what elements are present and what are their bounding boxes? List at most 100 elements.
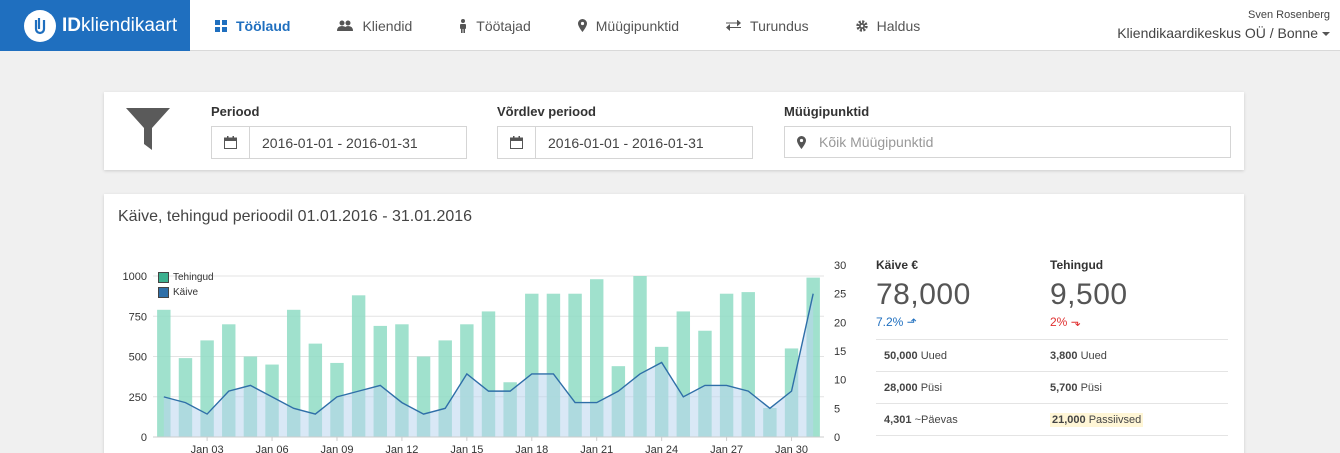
x-tick-label: Jan 06 bbox=[256, 444, 289, 453]
revenue-stat: Käive € 78,000 7.2% ⬏ bbox=[876, 258, 1050, 329]
stat-row-label: Passiivsed bbox=[1088, 413, 1142, 426]
compare-period-value: 2016-01-01 - 2016-01-31 bbox=[548, 134, 704, 151]
stat-row: 4,301 ~Päevas 21,000 Passiivsed bbox=[876, 404, 1228, 436]
nav-item-toolaud[interactable]: Töölaud bbox=[190, 0, 312, 51]
x-tick-label: Jan 21 bbox=[580, 444, 613, 453]
transactions-value: 9,500 bbox=[1050, 278, 1128, 311]
id-logo-icon bbox=[24, 9, 56, 42]
user-menu[interactable]: Sven Rosenberg Kliendikaardikeskus OÜ / … bbox=[1117, 9, 1330, 41]
nav-item-label: Kliendid bbox=[362, 17, 413, 34]
nav-item-label: Töötajad bbox=[476, 17, 531, 34]
summary-stats: Käive € 78,000 7.2% ⬏ Tehingud 9,500 2% … bbox=[876, 258, 1228, 436]
user-name: Sven Rosenberg bbox=[1248, 9, 1330, 21]
x-tick-label: Jan 12 bbox=[385, 444, 418, 453]
pos-placeholder: Kõik Müügipunktid bbox=[819, 134, 934, 150]
pos-select[interactable]: Kõik Müügipunktid bbox=[784, 126, 1231, 158]
brand-name: IDkliendikaart bbox=[62, 14, 178, 36]
legend-swatch bbox=[158, 287, 169, 298]
y-right-tick-label: 30 bbox=[834, 260, 846, 272]
dashboard-icon bbox=[215, 19, 227, 32]
stat-row-value: 28,000 bbox=[884, 381, 918, 394]
arrow-down-icon: ⬎ bbox=[1070, 315, 1081, 329]
stat-row-label: ~Päevas bbox=[914, 413, 958, 426]
legend-item-tehingud[interactable]: Tehingud bbox=[158, 270, 214, 285]
y-right-tick-label: 15 bbox=[834, 346, 846, 358]
filter-panel: Periood 2016-01-01 - 2016-01-31 Võrdlev … bbox=[104, 92, 1244, 170]
nav-item-label: Turundus bbox=[750, 17, 809, 34]
revenue-change-value: 7.2% bbox=[876, 315, 904, 329]
nav-item-haldus[interactable]: Haldus bbox=[831, 0, 943, 51]
nav-item-label: Haldus bbox=[876, 17, 921, 34]
x-tick-label: Jan 30 bbox=[775, 444, 808, 453]
x-tick-label: Jan 24 bbox=[645, 444, 678, 453]
compare-period-input[interactable]: 2016-01-01 - 2016-01-31 bbox=[497, 126, 753, 159]
calendar-icon bbox=[212, 127, 250, 158]
stat-row-value: 3,800 bbox=[1050, 349, 1078, 362]
nav-item-tootajad[interactable]: Töötajad bbox=[434, 0, 552, 51]
y-right-tick-label: 25 bbox=[834, 289, 846, 301]
revenue-label: Käive € bbox=[876, 258, 919, 272]
period-label: Periood bbox=[211, 104, 260, 119]
stat-row-label: Püsi bbox=[920, 381, 943, 394]
y-right-tick-label: 10 bbox=[834, 375, 846, 387]
calendar-icon bbox=[498, 127, 536, 158]
y-left-tick-label: 750 bbox=[129, 311, 147, 323]
nav-item-myygipunktid[interactable]: Müügipunktid bbox=[553, 0, 701, 51]
legend-label: Tehingud bbox=[173, 272, 214, 283]
nav-item-label: Töölaud bbox=[236, 17, 291, 34]
stat-breakdown: 50,000 Uued 3,800 Uued 28,000 Püsi 5,700… bbox=[876, 339, 1228, 436]
nav-item-kliendid[interactable]: Kliendid bbox=[312, 0, 434, 51]
revenue-value: 78,000 bbox=[876, 278, 971, 311]
top-navbar: IDkliendikaart Töölaud Kliendid Töötajad… bbox=[0, 0, 1340, 51]
y-right-tick-label: 20 bbox=[834, 317, 846, 329]
stat-row-value: 5,700 bbox=[1050, 381, 1078, 394]
y-left-tick-label: 1000 bbox=[123, 271, 147, 283]
nav-item-label: Müügipunktid bbox=[595, 17, 680, 34]
period-input[interactable]: 2016-01-01 - 2016-01-31 bbox=[211, 126, 467, 159]
y-right-tick-label: 0 bbox=[834, 432, 840, 444]
x-tick-label: Jan 03 bbox=[191, 444, 224, 453]
legend-item-kaive[interactable]: Käive bbox=[158, 285, 214, 300]
person-icon bbox=[459, 18, 467, 33]
y-left-tick-label: 250 bbox=[129, 392, 147, 404]
stat-row-value: 21,000 bbox=[1052, 413, 1086, 426]
x-tick-label: Jan 15 bbox=[450, 444, 483, 453]
compare-period-label: Võrdlev periood bbox=[497, 104, 596, 119]
y-right-tick-label: 5 bbox=[834, 403, 840, 415]
period-value: 2016-01-01 - 2016-01-31 bbox=[262, 134, 418, 151]
transactions-label: Tehingud bbox=[1050, 258, 1104, 272]
legend-swatch bbox=[158, 272, 169, 283]
caret-down-icon bbox=[1322, 32, 1330, 37]
transactions-change-value: 2% bbox=[1050, 315, 1068, 329]
stat-row-value: 50,000 bbox=[884, 349, 918, 362]
stat-row-label: Püsi bbox=[1080, 381, 1102, 394]
pos-label: Müügipunktid bbox=[784, 104, 870, 119]
passive-highlight: 21,000 Passiivsed bbox=[1050, 412, 1144, 427]
period-filter: Periood 2016-01-01 - 2016-01-31 bbox=[211, 104, 467, 159]
x-tick-label: Jan 18 bbox=[515, 444, 548, 453]
gear-icon bbox=[855, 19, 868, 32]
nav-item-turundus[interactable]: Turundus bbox=[701, 0, 831, 51]
transactions-change: 2% ⬎ bbox=[1050, 315, 1224, 329]
user-org-dropdown[interactable]: Kliendikaardikeskus OÜ / Bonne bbox=[1117, 25, 1330, 41]
x-tick-label: Jan 27 bbox=[710, 444, 743, 453]
user-org-label: Kliendikaardikeskus OÜ / Bonne bbox=[1117, 25, 1318, 41]
stat-row: 28,000 Püsi 5,700 Püsi bbox=[876, 372, 1228, 404]
transactions-stat: Tehingud 9,500 2% ⬎ bbox=[1050, 258, 1224, 329]
stat-row: 50,000 Uued 3,800 Uued bbox=[876, 340, 1228, 372]
legend-label: Käive bbox=[173, 287, 199, 298]
revenue-change: 7.2% ⬏ bbox=[876, 315, 1050, 329]
stat-row-label: Uued bbox=[1080, 349, 1107, 362]
y-left-tick-label: 0 bbox=[141, 432, 147, 444]
brand-logo-link[interactable]: IDkliendikaart bbox=[0, 0, 190, 51]
map-marker-icon bbox=[785, 127, 817, 157]
compare-period-filter: Võrdlev periood 2016-01-01 - 2016-01-31 bbox=[497, 104, 753, 159]
map-marker-icon bbox=[577, 19, 587, 32]
stat-row-label: Uued bbox=[920, 349, 948, 362]
x-tick-label: Jan 09 bbox=[320, 444, 353, 453]
page-scrollbar[interactable] bbox=[1332, 51, 1340, 453]
filter-funnel-icon bbox=[126, 108, 170, 155]
users-icon bbox=[337, 20, 354, 32]
arrow-up-icon: ⬏ bbox=[906, 315, 917, 329]
revenue-chart-panel: Käive, tehingud perioodil 01.01.2016 - 3… bbox=[104, 194, 1244, 453]
